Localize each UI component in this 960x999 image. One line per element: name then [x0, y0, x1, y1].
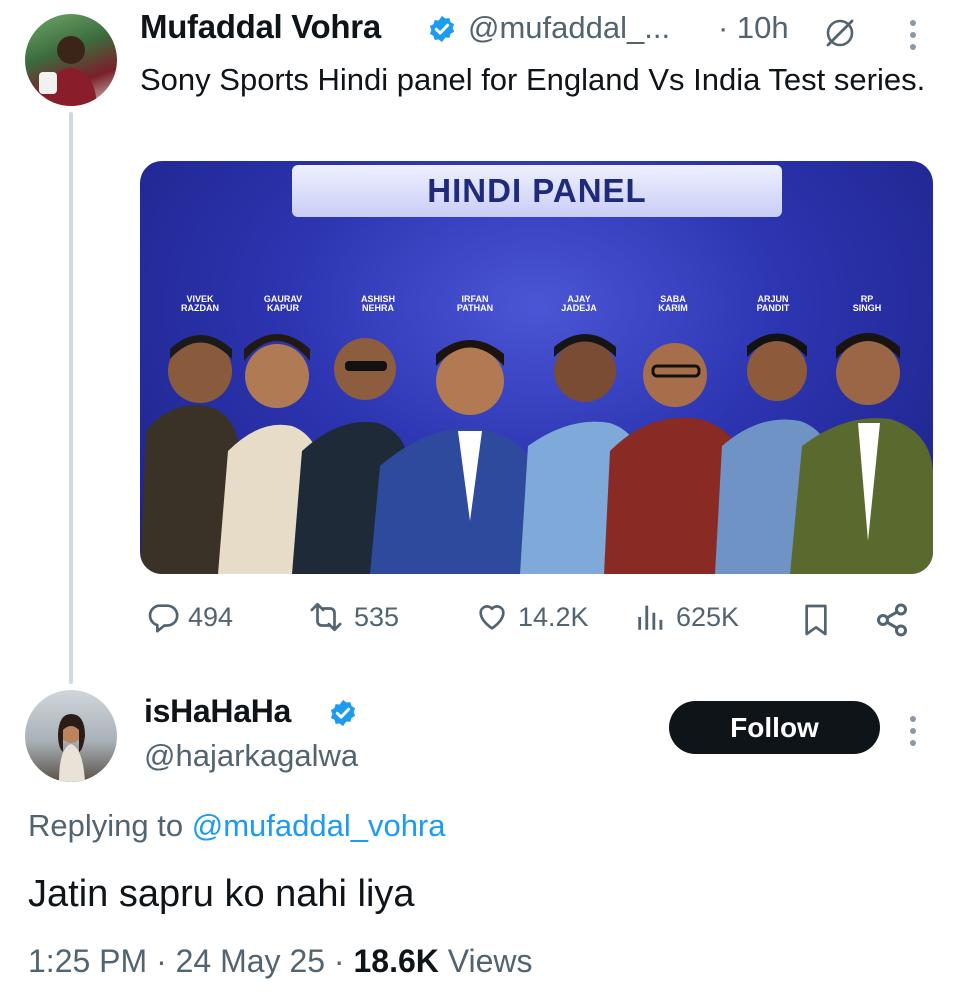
reply-button[interactable]: 494 [146, 600, 233, 634]
repost-icon [310, 602, 342, 632]
follow-button[interactable]: Follow [669, 701, 880, 754]
replying-handle-link[interactable]: @mufaddal_vohra [192, 808, 446, 843]
tweet-text: Sony Sports Hindi panel for England Vs I… [140, 62, 926, 97]
reply-text: Jatin sapru ko nahi liya [28, 873, 415, 915]
author-avatar-image [39, 36, 97, 106]
author-name[interactable]: Mufaddal Vohra [140, 8, 381, 46]
reply-icon [148, 604, 179, 633]
tweet-more-icon[interactable] [908, 20, 918, 56]
reply-author-name[interactable]: isHaHaHa [144, 693, 291, 730]
author-handle[interactable]: @mufaddal_... [468, 10, 670, 46]
tweet-media-image[interactable]: HINDI PANEL VIVEK RAZDAN GAURAV KAPUR ASHI… [140, 161, 933, 574]
verified-badge-icon [330, 699, 356, 727]
panelist-figures [140, 333, 933, 574]
views-button[interactable]: 625K [634, 600, 739, 634]
replying-to: Replying to @mufaddal_vohra [28, 808, 446, 844]
reply-author-avatar[interactable] [25, 690, 117, 782]
share-icon[interactable] [874, 602, 910, 638]
views-count: 625K [676, 601, 740, 632]
reply-count: 494 [188, 601, 234, 632]
reply-avatar-image [58, 714, 85, 782]
repost-count: 535 [354, 601, 400, 632]
reply-views-count: 18.6K [353, 943, 439, 979]
grok-icon[interactable] [823, 16, 857, 50]
verified-badge-icon [429, 15, 455, 43]
bookmark-icon[interactable] [800, 602, 832, 638]
reply-more-icon[interactable] [908, 716, 918, 752]
heart-icon [479, 605, 505, 630]
like-button[interactable]: 14.2K [474, 600, 589, 634]
reply-meta: 1:25 PM · 24 May 25 · 18.6K Views [28, 943, 533, 980]
author-avatar[interactable] [25, 14, 117, 106]
reply-timestamp[interactable]: 1:25 PM · 24 May 25 · [28, 943, 345, 979]
tweet-time[interactable]: · 10h [718, 10, 789, 46]
thread-line [69, 112, 73, 684]
repost-button[interactable]: 535 [306, 600, 399, 634]
reply-author-handle[interactable]: @hajarkagalwa [144, 738, 358, 774]
like-count: 14.2K [518, 601, 589, 632]
reply-views-label: Views [447, 943, 533, 979]
replying-prefix: Replying to [28, 808, 184, 843]
analytics-icon [638, 605, 663, 630]
